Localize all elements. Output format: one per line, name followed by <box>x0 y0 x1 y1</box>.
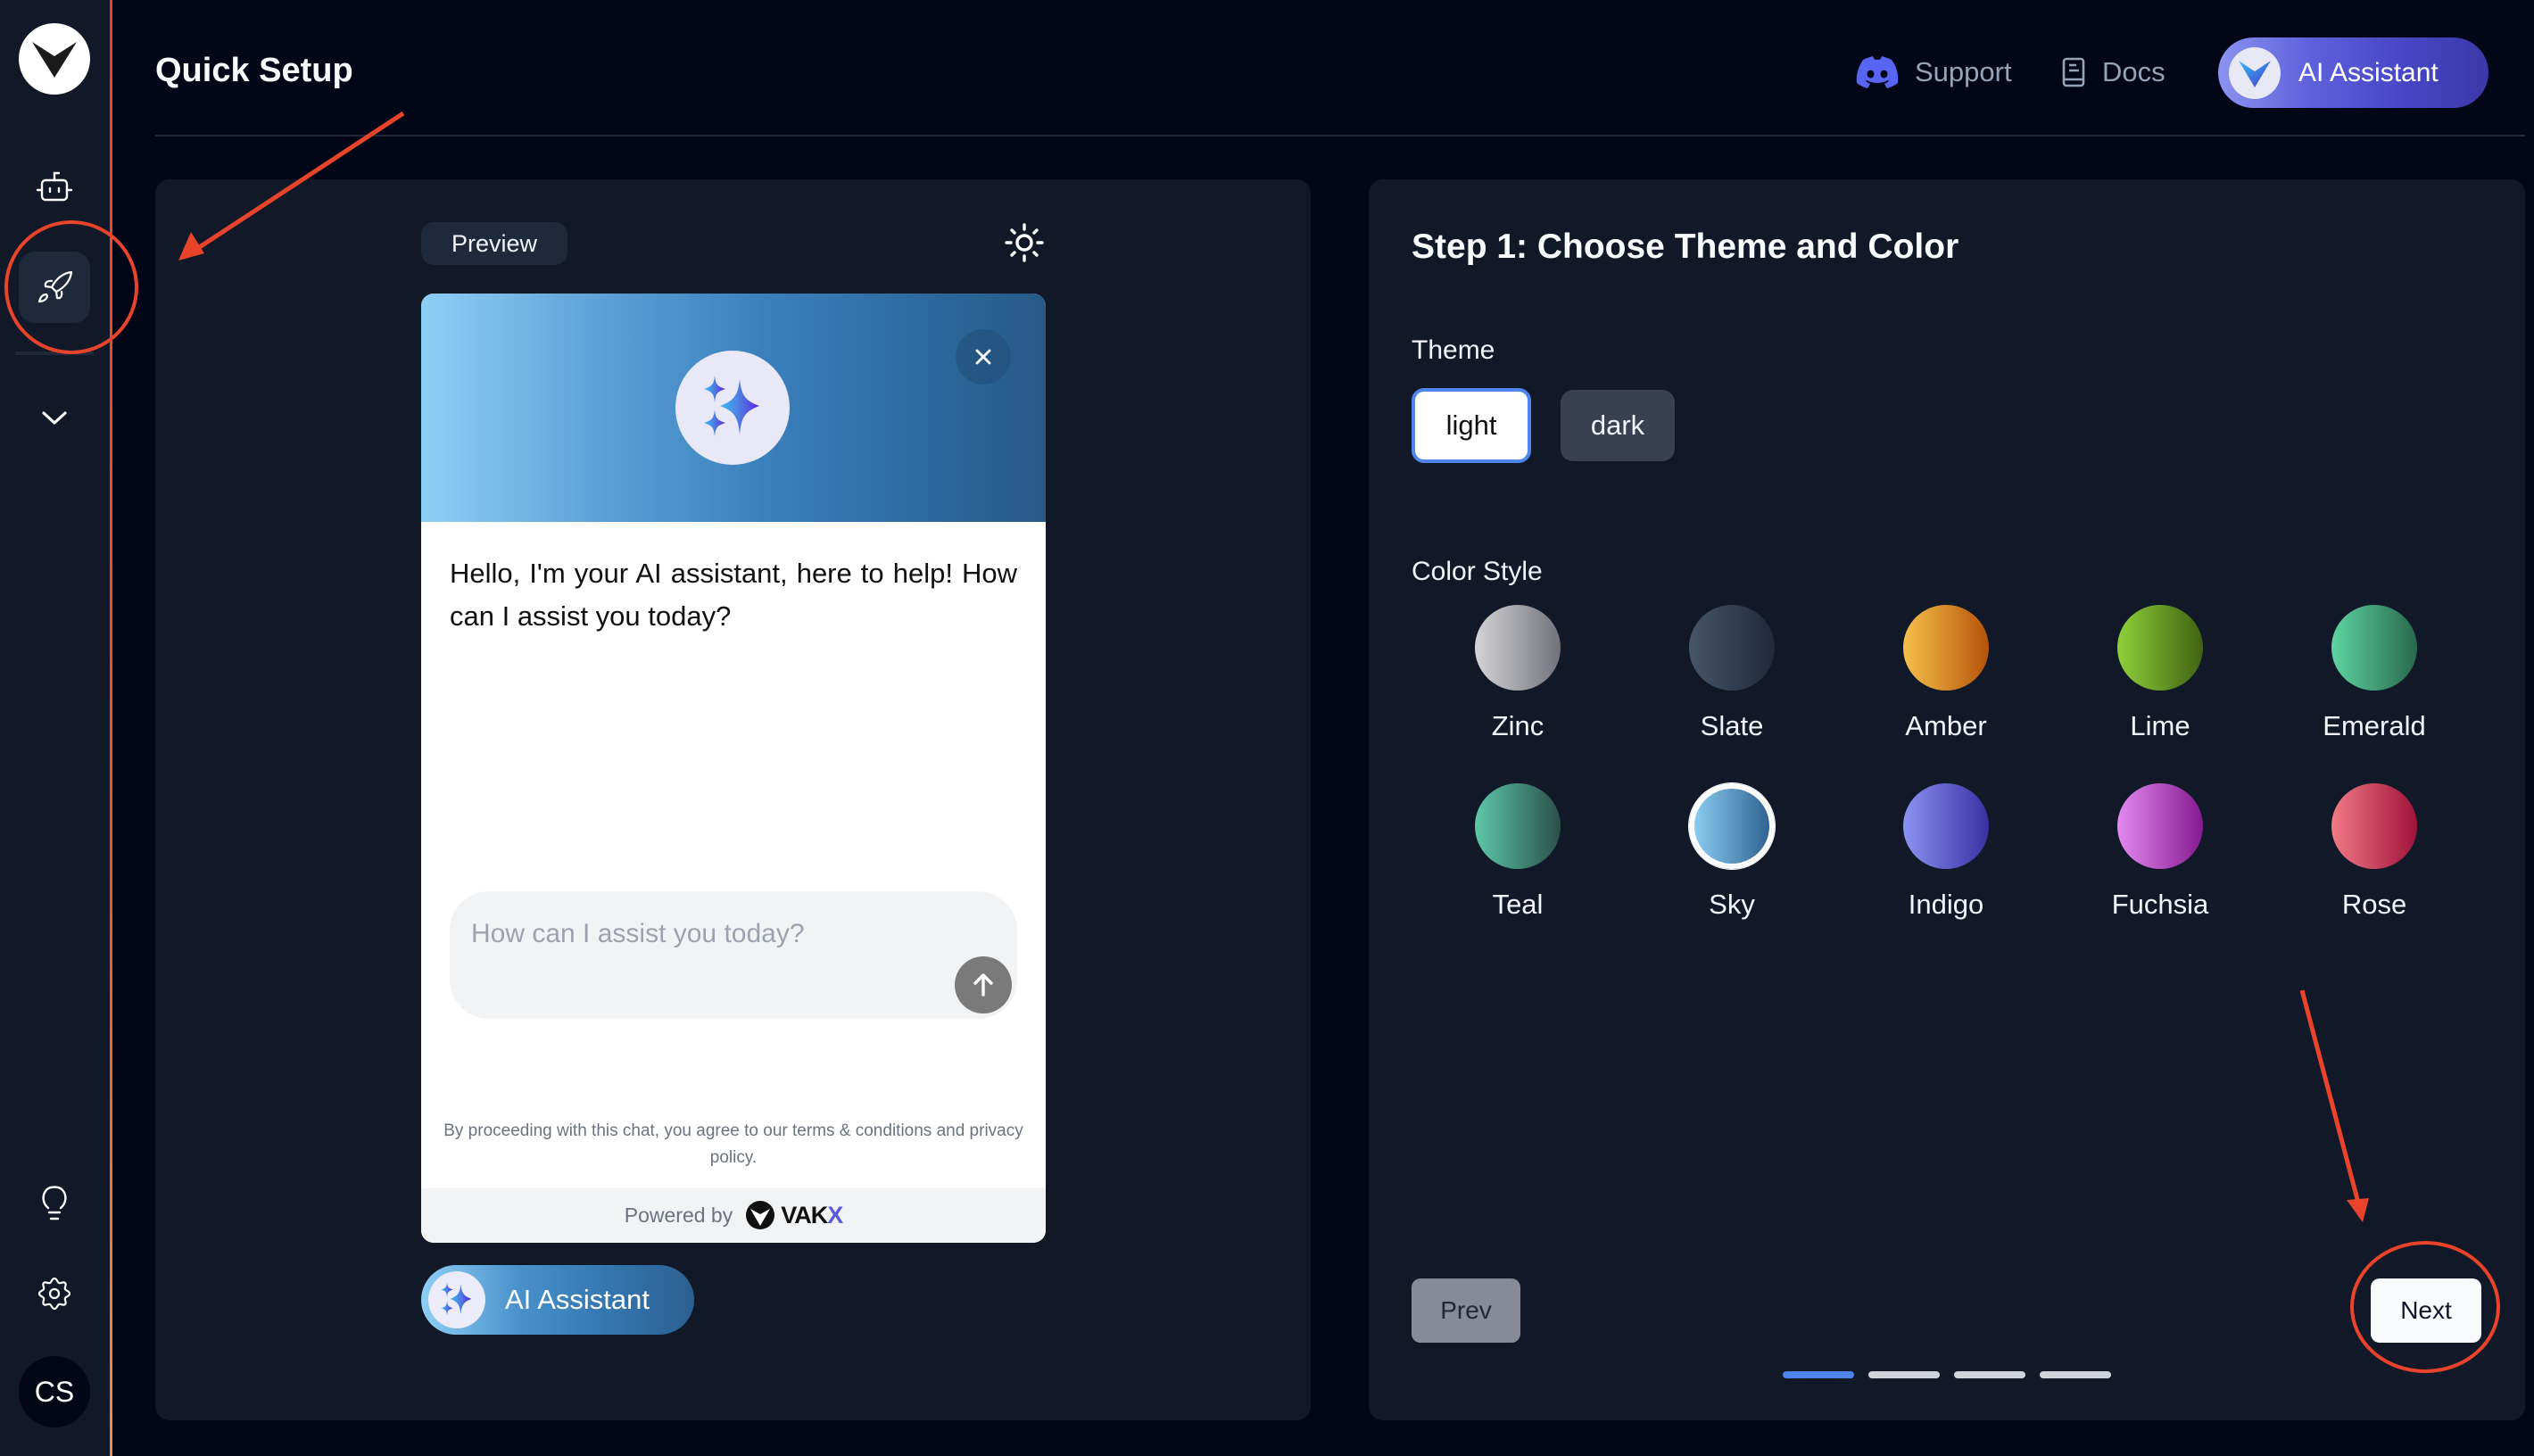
color-swatch-label: Indigo <box>1908 889 1984 920</box>
color-swatch-rose[interactable]: Rose <box>2303 783 2446 944</box>
color-swatch-label: Rose <box>2341 889 2407 920</box>
color-swatch-label: Zinc <box>1491 710 1544 741</box>
ai-assistant-logo <box>2229 46 2281 99</box>
chat-close-button[interactable] <box>956 329 1011 385</box>
color-swatch-dot[interactable] <box>1475 783 1561 869</box>
docs-label: Docs <box>2102 56 2165 87</box>
color-swatch-label: Lime <box>2130 710 2190 741</box>
sidebar-divider <box>15 352 94 355</box>
theme-label: Theme <box>1412 335 1495 365</box>
sidebar: CS <box>0 0 111 1456</box>
color-swatch-amber[interactable]: Amber <box>1875 605 2017 765</box>
vakx-logo[interactable] <box>19 23 90 95</box>
sun-icon <box>1005 223 1044 262</box>
sidebar-item-settings[interactable] <box>19 1258 90 1329</box>
color-swatch-label: Sky <box>1709 889 1755 920</box>
color-swatch-label: Emerald <box>2323 710 2426 741</box>
color-swatch-fuchsia[interactable]: Fuchsia <box>2089 783 2232 944</box>
gear-icon <box>37 1277 71 1311</box>
lightbulb-icon <box>42 1186 67 1220</box>
color-swatch-dot[interactable] <box>2117 605 2203 691</box>
color-swatch-dot[interactable] <box>2117 783 2203 869</box>
ai-assistant-button[interactable]: AI Assistant <box>2218 37 2488 108</box>
discord-icon <box>1856 56 1899 88</box>
color-swatch-dot[interactable] <box>1689 783 1775 869</box>
support-label: Support <box>1915 56 2012 87</box>
progress-step-3 <box>1954 1371 2025 1378</box>
theme-option-dark[interactable]: dark <box>1561 390 1675 461</box>
progress-step-4 <box>2040 1371 2111 1378</box>
preview-badge: Preview <box>421 222 567 265</box>
chat-input[interactable] <box>471 914 935 954</box>
next-button[interactable]: Next <box>2371 1278 2481 1343</box>
user-avatar[interactable]: CS <box>19 1356 90 1427</box>
chat-avatar <box>675 351 790 465</box>
color-swatch-zinc[interactable]: Zinc <box>1446 605 1589 765</box>
chat-terms-text: By proceeding with this chat, you agree … <box>443 1121 1023 1167</box>
color-swatch-dot[interactable] <box>1689 605 1775 691</box>
color-swatch-teal[interactable]: Teal <box>1446 783 1589 944</box>
chat-greeting-message: Hello, I'm your AI assistant, here to he… <box>450 558 1017 632</box>
send-button[interactable] <box>955 956 1012 1013</box>
progress-step-2 <box>1868 1371 1940 1378</box>
color-swatch-lime[interactable]: Lime <box>2089 605 2232 765</box>
chat-footer: Powered by VAKX <box>421 1187 1046 1243</box>
theme-option-light[interactable]: light <box>1412 388 1531 463</box>
ai-assistant-launcher[interactable]: AI Assistant <box>421 1265 694 1335</box>
close-icon <box>975 349 991 365</box>
bot-icon <box>36 171 73 202</box>
powered-by-label: Powered by <box>624 1203 733 1227</box>
vakx-brand: VAKX <box>745 1200 843 1230</box>
chat-widget-preview: Hello, I'm your AI assistant, here to he… <box>421 294 1046 1243</box>
arrow-up-icon <box>973 973 993 997</box>
vakx-logo-icon <box>32 42 77 78</box>
color-swatch-dot[interactable] <box>1903 783 1989 869</box>
support-link[interactable]: Support <box>1856 50 2012 95</box>
chat-input-container <box>450 891 1017 1019</box>
color-swatch-indigo[interactable]: Indigo <box>1875 783 2017 944</box>
vakx-v-icon <box>2239 60 2271 87</box>
sparkles-icon <box>704 376 759 436</box>
sidebar-item-quick-setup[interactable] <box>19 252 90 323</box>
brand-accent: X <box>827 1201 843 1228</box>
sidebar-edge-highlight <box>110 0 112 1456</box>
step-progress <box>1783 1371 2111 1378</box>
chevron-down-icon <box>42 411 67 425</box>
color-swatch-dot[interactable] <box>1475 605 1561 691</box>
book-icon <box>2062 57 2085 87</box>
vakx-badge-icon <box>746 1201 775 1229</box>
color-swatch-dot[interactable] <box>2331 605 2417 691</box>
chat-header <box>421 294 1046 522</box>
color-swatch-dot[interactable] <box>2331 783 2417 869</box>
color-swatch-label: Amber <box>1905 710 1987 741</box>
docs-link[interactable]: Docs <box>2061 50 2165 95</box>
sidebar-item-bot[interactable] <box>19 152 90 223</box>
color-swatch-label: Fuchsia <box>2111 889 2209 920</box>
step-title: Step 1: Choose Theme and Color <box>1412 228 1959 266</box>
progress-step-1 <box>1783 1371 1854 1378</box>
prev-button[interactable]: Prev <box>1412 1278 1520 1343</box>
rocket-icon <box>37 270 73 303</box>
theme-toggle-button[interactable] <box>1003 221 1046 264</box>
sparkles-icon <box>441 1282 472 1316</box>
sidebar-item-tips[interactable] <box>19 1167 90 1238</box>
header-divider <box>155 135 2525 136</box>
color-swatch-dot[interactable] <box>1903 605 1989 691</box>
launcher-label: AI Assistant <box>505 1284 650 1315</box>
sidebar-expand-button[interactable] <box>19 382 90 453</box>
color-swatch-label: Teal <box>1492 889 1544 920</box>
color-swatch-slate[interactable]: Slate <box>1660 605 1803 765</box>
color-swatch-emerald[interactable]: Emerald <box>2303 605 2446 765</box>
page-title: Quick Setup <box>155 52 353 89</box>
brand-name: VAK <box>781 1201 828 1228</box>
color-style-label: Color Style <box>1412 557 1543 586</box>
color-swatch-sky[interactable]: Sky <box>1660 783 1803 944</box>
color-swatch-label: Slate <box>1700 710 1764 741</box>
launcher-avatar <box>428 1271 485 1328</box>
ai-assistant-label: AI Assistant <box>2298 57 2439 87</box>
